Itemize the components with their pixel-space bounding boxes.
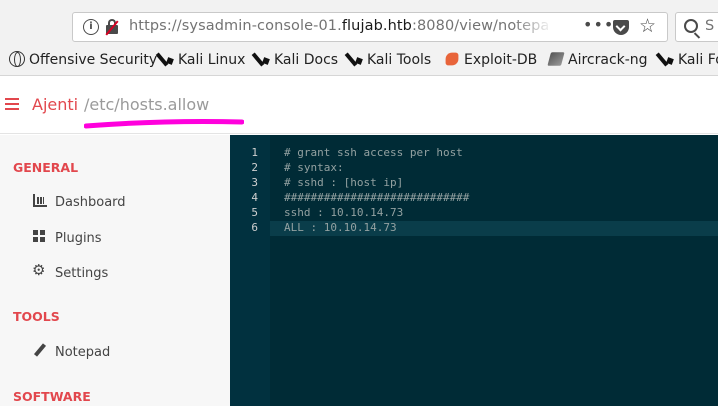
bookmark-label: Kali Docs: [274, 52, 339, 68]
sidebar-item-dashboard[interactable]: Dashboard: [33, 194, 126, 210]
globe-icon: [9, 51, 25, 67]
url-host: flujab.htb: [341, 18, 412, 34]
annotation-underline: [84, 119, 244, 129]
code-line[interactable]: # syntax:: [284, 161, 344, 174]
line-number: 5: [251, 206, 258, 219]
page-actions-icon[interactable]: •••: [583, 15, 614, 34]
search-bar[interactable]: S: [675, 12, 718, 42]
bookmark-kali-tools[interactable]: Kali Tools: [347, 51, 431, 68]
aircrack-icon: [547, 52, 565, 66]
section-software: SOFTWARE: [13, 389, 91, 404]
line-number: 6: [251, 221, 258, 234]
plugins-icon: [33, 230, 47, 243]
code-editor[interactable]: 1 # grant ssh access per host 2 # syntax…: [230, 135, 718, 406]
search-placeholder: S: [705, 18, 715, 34]
sidebar-item-settings[interactable]: Settings: [32, 261, 109, 281]
kali-dragon-icon: [158, 51, 174, 67]
insecure-lock-icon[interactable]: [105, 19, 119, 36]
bookmark-label: Offensive Security: [29, 52, 158, 68]
sidebar-item-label: Settings: [55, 266, 109, 281]
line-number: 1: [251, 146, 258, 159]
bookmark-label: Kali Tools: [367, 52, 432, 68]
bookmark-label: Kali Linux: [178, 52, 246, 68]
bookmark-kali-linux[interactable]: Kali Linux: [158, 51, 245, 68]
bookmark-label: Exploit-DB: [464, 52, 538, 68]
sidebar-item-notepad[interactable]: Notepad: [33, 344, 110, 360]
bookmark-offensive-security[interactable]: Offensive Security: [9, 51, 157, 68]
bookmark-exploit-db[interactable]: Exploit-DB: [444, 51, 537, 68]
pocket-icon[interactable]: [613, 20, 629, 35]
url-fade: [513, 15, 553, 39]
sidebar-item-label: Dashboard: [55, 195, 126, 210]
bookmark-label: Aircrack-ng: [568, 52, 648, 68]
sidebar: GENERAL Dashboard Plugins Settings TOOLS…: [0, 135, 230, 406]
sidebar-item-label: Notepad: [55, 345, 111, 360]
sidebar-item-plugins[interactable]: Plugins: [33, 230, 102, 246]
url-bar[interactable]: i https://sysadmin-console-01.flujab.htb…: [72, 12, 668, 42]
browser-toolbar: i https://sysadmin-console-01.flujab.htb…: [0, 0, 718, 46]
bookmark-label: Kali Fo: [678, 52, 718, 68]
bookmark-kali-docs[interactable]: Kali Docs: [254, 51, 338, 68]
url-prefix: https://sysadmin-console-01.: [129, 18, 342, 34]
info-icon[interactable]: i: [83, 19, 99, 35]
bookmark-star-icon[interactable]: ☆: [639, 15, 656, 37]
section-general: GENERAL: [13, 160, 79, 175]
code-line[interactable]: ALL : 10.10.14.73: [284, 221, 397, 234]
pencil-icon: [33, 344, 47, 357]
bookmarks-bar: Offensive Security Kali Linux Kali Docs …: [0, 46, 718, 76]
bookmark-kali-forums[interactable]: Kali Fo: [658, 51, 718, 68]
code-line[interactable]: sshd : 10.10.14.73: [284, 206, 403, 219]
url-text[interactable]: https://sysadmin-console-01.flujab.htb:8…: [129, 18, 549, 34]
section-tools: TOOLS: [13, 309, 60, 324]
search-icon: [684, 19, 698, 33]
page-title: /etc/hosts.allow: [84, 95, 210, 114]
code-line[interactable]: # sshd : [host ip]: [284, 176, 403, 189]
code-line[interactable]: # grant ssh access per host: [284, 146, 463, 159]
brand-title[interactable]: Ajenti: [32, 95, 78, 114]
exploit-db-icon: [445, 52, 459, 66]
line-number: 4: [251, 191, 258, 204]
line-number: 3: [251, 176, 258, 189]
bookmark-aircrack-ng[interactable]: Aircrack-ng: [547, 51, 648, 68]
menu-icon[interactable]: [5, 98, 19, 110]
sidebar-item-label: Plugins: [55, 231, 102, 246]
gear-icon: [32, 261, 47, 279]
kali-dragon-icon: [254, 51, 270, 67]
kali-dragon-icon: [347, 51, 363, 67]
code-line[interactable]: ############################: [284, 191, 469, 204]
kali-dragon-icon: [658, 51, 674, 67]
dashboard-icon: [33, 194, 47, 207]
line-number: 2: [251, 161, 258, 174]
